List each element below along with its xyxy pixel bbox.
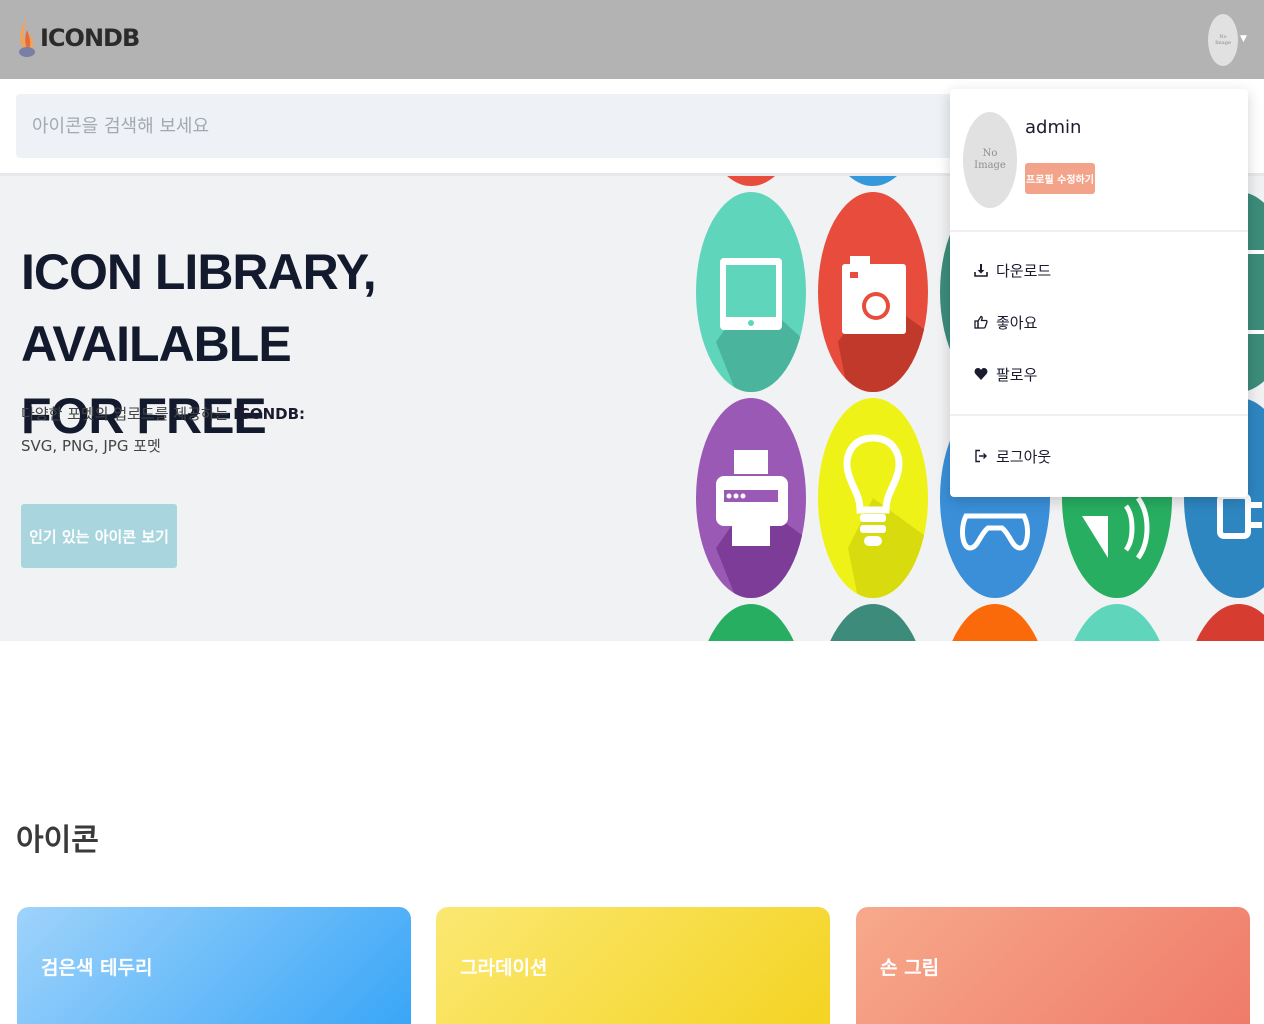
category-card-label: 그라데이션 <box>460 957 548 979</box>
category-card-label: 검은색 테두리 <box>41 957 153 979</box>
camera-icon <box>818 192 928 392</box>
collage-circle <box>818 176 928 186</box>
top-header: ICONDB No Image ▼ <box>0 0 1264 79</box>
hero-title-line: ICON LIBRARY, AVAILABLE <box>21 244 377 372</box>
category-card-label: 손 그림 <box>880 957 940 979</box>
collage-circle <box>1062 604 1172 641</box>
dropdown-avatar-placeholder-text: No Image <box>974 148 1006 171</box>
dropdown-item-label: 다운로드 <box>996 261 1052 280</box>
dropdown-item-download[interactable]: 다운로드 <box>974 255 1224 285</box>
hero-description-line: 다양한 포멧의 업로드를 제공하는 ICONDB: <box>21 398 541 430</box>
dropdown-item-label: 팔로우 <box>996 365 1038 384</box>
chevron-down-icon[interactable]: ▼ <box>1240 34 1247 44</box>
heart-icon <box>974 368 988 380</box>
header-avatar[interactable]: No Image <box>1208 14 1238 66</box>
hero-description-formats: SVG, PNG, JPG 포멧 <box>21 437 161 455</box>
collage-circle <box>818 604 928 641</box>
logo[interactable]: ICONDB <box>16 14 140 62</box>
hero-description: 다양한 포멧의 업로드를 제공하는 ICONDB: SVG, PNG, JPG … <box>21 398 541 462</box>
dropdown-item-follow[interactable]: 팔로우 <box>974 359 1224 389</box>
printer-icon <box>696 398 806 598</box>
download-icon <box>974 264 988 277</box>
dropdown-divider <box>950 414 1248 416</box>
logo-flame-icon <box>19 18 35 57</box>
logout-icon <box>975 449 987 463</box>
tablet-icon <box>696 192 806 392</box>
section-title: 아이콘 <box>16 823 99 858</box>
thumbs-up-icon <box>974 315 988 329</box>
edit-profile-button[interactable]: 프로필 수정하기 <box>1025 163 1095 194</box>
popular-icons-button[interactable]: 인기 있는 아이콘 보기 <box>21 504 177 568</box>
dropdown-avatar: No Image <box>963 112 1017 208</box>
profile-dropdown: No Image admin 프로필 수정하기 다운로드 좋아요 팔로우 로그아… <box>950 89 1248 497</box>
dropdown-item-label: 로그아웃 <box>996 447 1052 466</box>
collage-circle <box>696 176 806 186</box>
dropdown-item-logout[interactable]: 로그아웃 <box>974 441 1224 471</box>
hero-description-text: 다양한 포멧의 업로드를 제공하는 <box>21 405 234 423</box>
dropdown-username: admin <box>1025 117 1082 138</box>
dropdown-item-label: 좋아요 <box>996 313 1038 332</box>
collage-circle <box>696 604 806 641</box>
dropdown-item-likes[interactable]: 좋아요 <box>974 307 1224 337</box>
hero-description-brand: ICONDB: <box>233 405 306 423</box>
collage-circle <box>1184 604 1264 641</box>
category-card-gradient[interactable]: 그라데이션 <box>436 907 830 1024</box>
collage-circle <box>940 604 1050 641</box>
header-avatar-placeholder-text: No Image <box>1215 34 1231 46</box>
dropdown-divider <box>950 230 1248 232</box>
logo-text: ICONDB <box>40 24 140 52</box>
category-card-hand-drawn[interactable]: 손 그림 <box>856 907 1250 1024</box>
category-card-black-outline[interactable]: 검은색 테두리 <box>17 907 411 1024</box>
light-bulb-icon <box>818 398 928 598</box>
